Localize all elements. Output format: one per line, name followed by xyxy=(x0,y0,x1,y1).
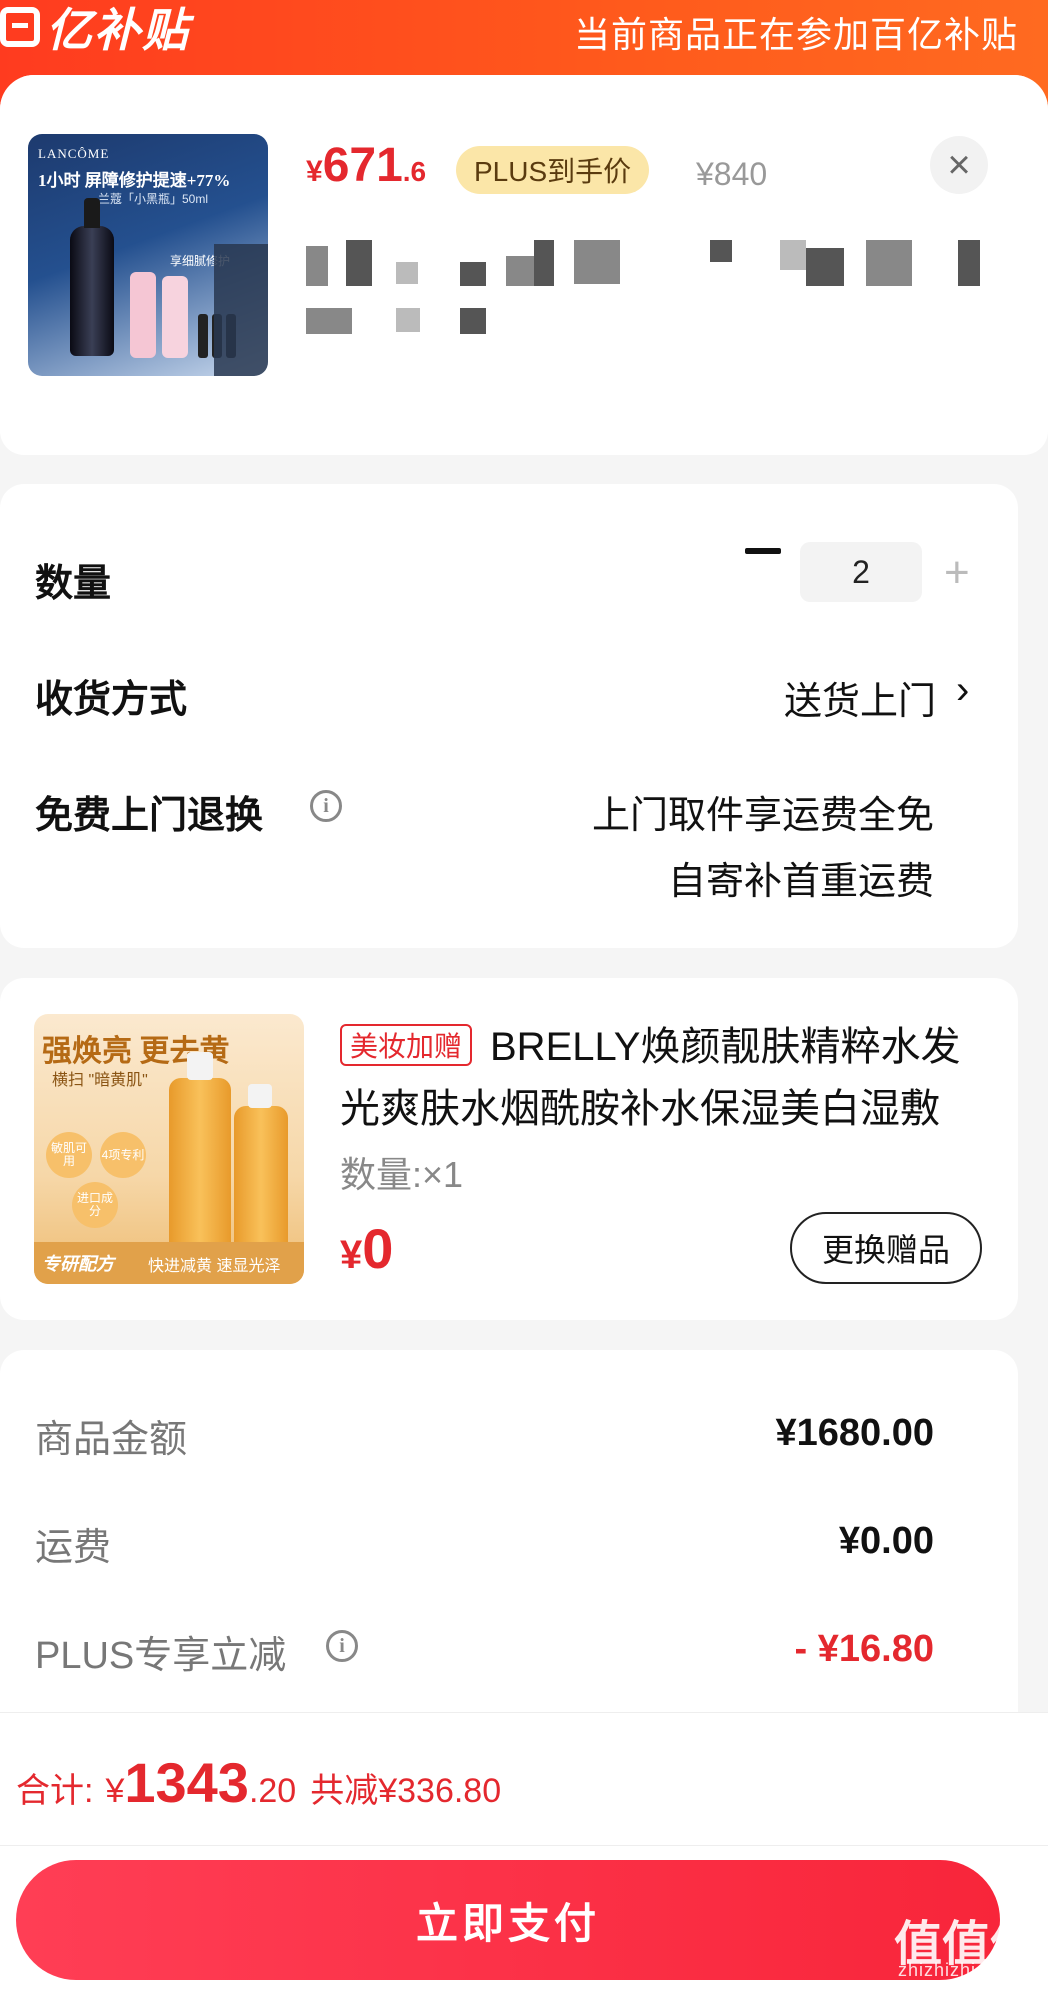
shipping-label: 运费 xyxy=(35,1527,112,1569)
gift-image-band-right: 快进减黄 速显光泽 xyxy=(148,1258,281,1275)
pay-now-button[interactable]: 立即支付 xyxy=(16,1860,1000,1980)
toner-bottle-icon xyxy=(162,276,188,358)
quantity-decrease-button[interactable] xyxy=(745,548,781,554)
info-icon[interactable]: i xyxy=(310,790,342,822)
total-saved: 共减¥336.80 xyxy=(310,1772,502,1810)
original-price: ¥840 xyxy=(696,156,768,192)
product-card-footer xyxy=(0,412,1018,454)
price-symbol: ¥ xyxy=(306,155,323,188)
gift-image-sub: 横扫 "暗黄肌" xyxy=(52,1072,148,1089)
change-gift-button[interactable]: 更换赠品 xyxy=(790,1212,982,1284)
watermark-url: zhizhizhi.com xyxy=(898,1960,1020,1980)
plus-price: ¥ 671 .6 xyxy=(306,138,426,193)
product-image-sub: 兰蔻「小黑瓶」50ml xyxy=(98,192,209,206)
goods-amount-label: 商品金额 xyxy=(35,1419,188,1461)
image-blur-mask xyxy=(214,244,268,376)
product-image-headline: 1小时 屏障修护提速+77% xyxy=(38,171,231,190)
product-image-brand: LANCÔME xyxy=(38,146,110,161)
quantity-label: 数量 xyxy=(35,563,112,605)
close-icon[interactable]: × xyxy=(930,136,988,194)
gift-image-band-left: 专研配方 xyxy=(42,1254,114,1274)
quantity-increase-button[interactable]: + xyxy=(944,548,970,598)
brand-logo: 亿补贴 xyxy=(0,2,190,56)
mini-bottle-icon xyxy=(198,314,208,358)
total-label: 合计: xyxy=(16,1772,94,1810)
plus-discount-value: - ¥16.80 xyxy=(794,1628,934,1670)
quantity-input[interactable]: 2 xyxy=(800,542,922,602)
gift-tag: 美妆加赠 xyxy=(340,1024,473,1066)
toner-bottle-icon xyxy=(130,272,156,358)
goods-amount-value: ¥1680.00 xyxy=(775,1412,935,1454)
total-symbol: ¥ xyxy=(105,1772,125,1810)
product-image: LANCÔME 1小时 屏障修护提速+77% 兰蔻「小黑瓶」50ml 享细腻修护 xyxy=(28,134,268,376)
free-return-label: 免费上门退换 xyxy=(35,795,264,837)
total-decimal: .20 xyxy=(248,1772,297,1810)
price-integer: 671 xyxy=(322,139,403,192)
delivery-method-value[interactable]: 送货上门 xyxy=(784,670,936,725)
info-icon[interactable]: i xyxy=(326,1630,358,1662)
brand-name: 亿补贴 xyxy=(46,4,190,56)
gift-quantity: 数量:×1 xyxy=(340,1154,464,1195)
toner-bottle-icon xyxy=(169,1052,231,1254)
gift-badge: 敏肌可用 xyxy=(46,1132,92,1178)
return-pickup-text: 上门取件享运费全免 xyxy=(591,795,934,837)
total-integer: 1343 xyxy=(124,1751,249,1814)
gift-badge: 4项专利 xyxy=(100,1132,146,1178)
plus-discount-label: PLUS专享立减 xyxy=(35,1635,287,1677)
toner-bottle-icon xyxy=(234,1084,288,1256)
gift-price-value: 0 xyxy=(362,1217,394,1280)
plus-price-tag: PLUS到手价 xyxy=(456,146,650,194)
gift-price-symbol: ¥ xyxy=(340,1233,363,1277)
shipping-value: ¥0.00 xyxy=(838,1520,934,1562)
gift-price: ¥0 xyxy=(340,1216,393,1281)
gift-badge: 进口成分 xyxy=(72,1182,118,1228)
price-decimal: .6 xyxy=(402,156,427,187)
delivery-method-label: 收货方式 xyxy=(35,679,188,721)
order-total: 合计: ¥ 1343 .20 共减¥336.80 xyxy=(16,1750,501,1815)
gift-image: 强焕亮 更去黄 横扫 "暗黄肌" 敏肌可用 4项专利 进口成分 专研配方 快进减… xyxy=(34,1014,304,1284)
brand-mark-icon xyxy=(0,7,40,47)
return-selfsend-text: 自寄补首重运费 xyxy=(667,861,934,903)
serum-bottle-icon xyxy=(70,198,114,356)
divider xyxy=(0,1845,1048,1846)
subsidy-notice: 当前商品正在参加百亿补贴 xyxy=(573,14,1018,55)
chevron-right-icon[interactable]: › xyxy=(956,668,969,713)
